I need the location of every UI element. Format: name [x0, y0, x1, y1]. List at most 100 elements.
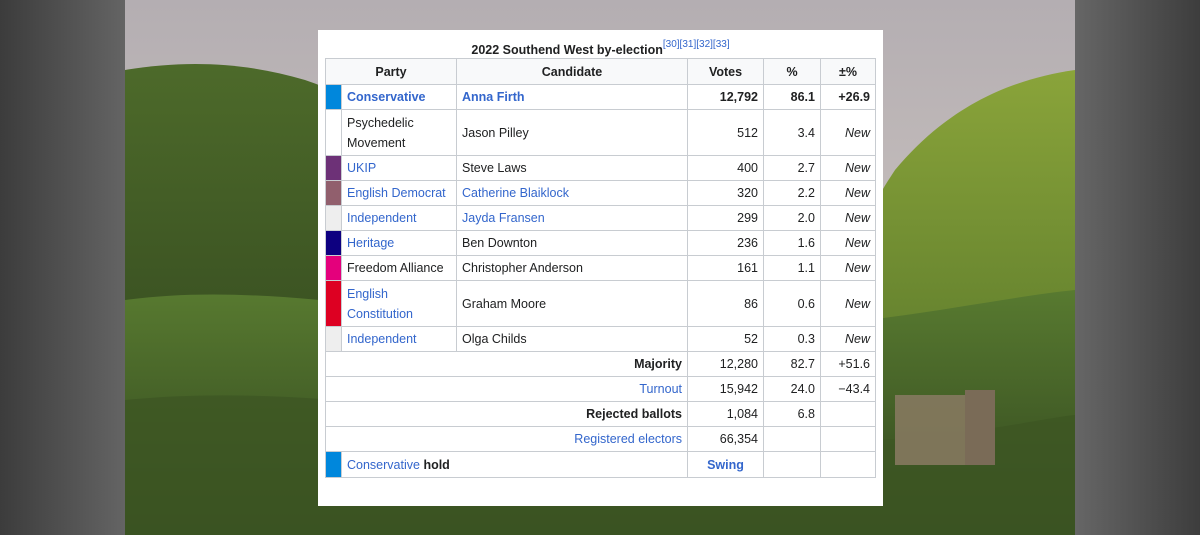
registered-row: Registered electors 66,354: [325, 426, 876, 452]
candidate-cell: Jayda Fransen: [456, 205, 688, 231]
majority-row: Majority 12,280 82.7 +51.6: [325, 351, 876, 377]
swing-change: [820, 451, 876, 478]
candidate-name: Graham Moore: [462, 296, 547, 311]
change-cell: New: [820, 230, 876, 256]
candidate-cell: Jason Pilley: [456, 109, 688, 156]
candidate-cell: Ben Downton: [456, 230, 688, 256]
majority-votes: 12,280: [687, 351, 764, 377]
registered-change: [820, 426, 876, 452]
header-votes: Votes: [687, 58, 764, 85]
candidate-name[interactable]: Anna Firth: [462, 90, 525, 104]
votes-cell: 400: [687, 155, 764, 181]
candidate-cell: Anna Firth: [456, 84, 688, 110]
candidate-row: UKIP Steve Laws 400 2.7 New: [325, 155, 876, 181]
result-party-link[interactable]: Conservative: [347, 458, 420, 472]
candidate-name[interactable]: Jayda Fransen: [462, 211, 545, 225]
party-color-swatch: [325, 230, 342, 256]
candidate-row: Independent Jayda Fransen 299 2.0 New: [325, 205, 876, 231]
result-word: hold: [423, 457, 450, 472]
header-party: Party: [325, 58, 457, 85]
party-color-swatch: [325, 326, 342, 352]
candidate-row: Heritage Ben Downton 236 1.6 New: [325, 230, 876, 256]
party-name[interactable]: UKIP: [347, 161, 376, 175]
percent-cell: 2.0: [763, 205, 821, 231]
rejected-percent: 6.8: [763, 401, 821, 427]
votes-cell: 86: [687, 280, 764, 327]
party-name: Psychedelic Movement: [347, 115, 414, 150]
percent-cell: 0.6: [763, 280, 821, 327]
votes-cell: 12,792: [687, 84, 764, 110]
election-results-table: Party Candidate Votes % ±% Conservative A…: [325, 58, 876, 478]
candidate-row: Conservative Anna Firth 12,792 86.1 +26.9: [325, 84, 876, 110]
candidate-cell: Catherine Blaiklock: [456, 180, 688, 206]
party-color-swatch: [325, 280, 342, 327]
candidate-cell: Graham Moore: [456, 280, 688, 327]
votes-cell: 52: [687, 326, 764, 352]
change-cell: New: [820, 326, 876, 352]
party-name[interactable]: Conservative: [347, 90, 426, 104]
party-color-swatch: [325, 205, 342, 231]
rejected-label: Rejected ballots: [325, 401, 688, 427]
candidate-name: Ben Downton: [462, 236, 538, 250]
rejected-row: Rejected ballots 1,084 6.8: [325, 401, 876, 427]
header-change: ±%: [820, 58, 876, 85]
caption-title: 2022 Southend West by-election: [471, 43, 663, 57]
left-backdrop: [0, 0, 125, 535]
candidate-cell: Steve Laws: [456, 155, 688, 181]
party-cell: English Democrat: [341, 180, 457, 206]
party-color-swatch: [325, 255, 342, 281]
party-cell: Heritage: [341, 230, 457, 256]
candidate-name[interactable]: Catherine Blaiklock: [462, 186, 569, 200]
party-name[interactable]: English Constitution: [347, 287, 413, 321]
votes-cell: 512: [687, 109, 764, 156]
turnout-change: −43.4: [820, 376, 876, 402]
change-cell: New: [820, 255, 876, 281]
header-row: Party Candidate Votes % ±%: [325, 58, 876, 85]
turnout-link[interactable]: Turnout: [639, 382, 682, 396]
candidate-cell: Olga Childs: [456, 326, 688, 352]
registered-electors-link[interactable]: Registered electors: [574, 432, 682, 446]
swing-percent: [763, 451, 821, 478]
party-cell: Psychedelic Movement: [341, 109, 457, 156]
votes-cell: 161: [687, 255, 764, 281]
party-color-swatch: [325, 180, 342, 206]
swing-link[interactable]: Swing: [707, 458, 744, 472]
percent-cell: 1.1: [763, 255, 821, 281]
change-cell: New: [820, 280, 876, 327]
party-color-swatch: [325, 155, 342, 181]
party-name[interactable]: Heritage: [347, 236, 394, 250]
candidate-name: Jason Pilley: [462, 125, 529, 140]
majority-label: Majority: [325, 351, 688, 377]
caption-references[interactable]: [30][31][32][33]: [663, 39, 730, 50]
change-cell: New: [820, 155, 876, 181]
majority-change: +51.6: [820, 351, 876, 377]
party-cell: Independent: [341, 326, 457, 352]
right-backdrop: [1075, 0, 1200, 535]
result-row: Conservative hold Swing: [325, 451, 876, 478]
registered-label-cell: Registered electors: [325, 426, 688, 452]
party-cell: Conservative: [341, 84, 457, 110]
swing-cell: Swing: [687, 451, 764, 478]
candidate-row: Freedom Alliance Christopher Anderson 161 1…: [325, 255, 876, 281]
candidate-row: English Constitution Graham Moore 86 0.6 New: [325, 280, 876, 327]
percent-cell: 2.7: [763, 155, 821, 181]
candidate-cell: Christopher Anderson: [456, 255, 688, 281]
party-cell: Independent: [341, 205, 457, 231]
percent-cell: 2.2: [763, 180, 821, 206]
party-name[interactable]: Independent: [347, 332, 417, 346]
party-name[interactable]: Independent: [347, 211, 417, 225]
majority-percent: 82.7: [763, 351, 821, 377]
votes-cell: 320: [687, 180, 764, 206]
header-percent: %: [763, 58, 821, 85]
turnout-label-cell: Turnout: [325, 376, 688, 402]
party-color-swatch: [325, 84, 342, 110]
party-cell: Freedom Alliance: [341, 255, 457, 281]
turnout-votes: 15,942: [687, 376, 764, 402]
rejected-votes: 1,084: [687, 401, 764, 427]
result-party-color: [325, 451, 342, 478]
candidate-row: English Democrat Catherine Blaiklock 320 2.…: [325, 180, 876, 206]
party-name: Freedom Alliance: [347, 261, 444, 275]
party-name[interactable]: English Democrat: [347, 186, 446, 200]
registered-percent: [763, 426, 821, 452]
candidate-name: Steve Laws: [462, 161, 527, 175]
